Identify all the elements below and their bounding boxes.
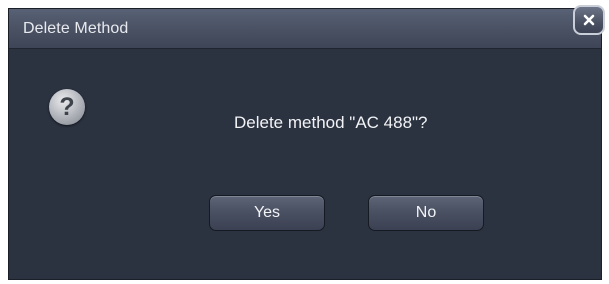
dialog-titlebar: Delete Method xyxy=(9,9,601,49)
close-icon xyxy=(583,14,595,26)
delete-method-dialog: Delete Method ? Delete method "AC 488"? … xyxy=(8,5,605,280)
question-icon: ? xyxy=(49,89,85,125)
dialog-message: Delete method "AC 488"? xyxy=(234,113,428,132)
yes-button[interactable]: Yes xyxy=(209,195,325,231)
close-button[interactable] xyxy=(573,5,605,35)
dialog-title: Delete Method xyxy=(23,20,129,37)
no-button[interactable]: No xyxy=(368,195,484,231)
